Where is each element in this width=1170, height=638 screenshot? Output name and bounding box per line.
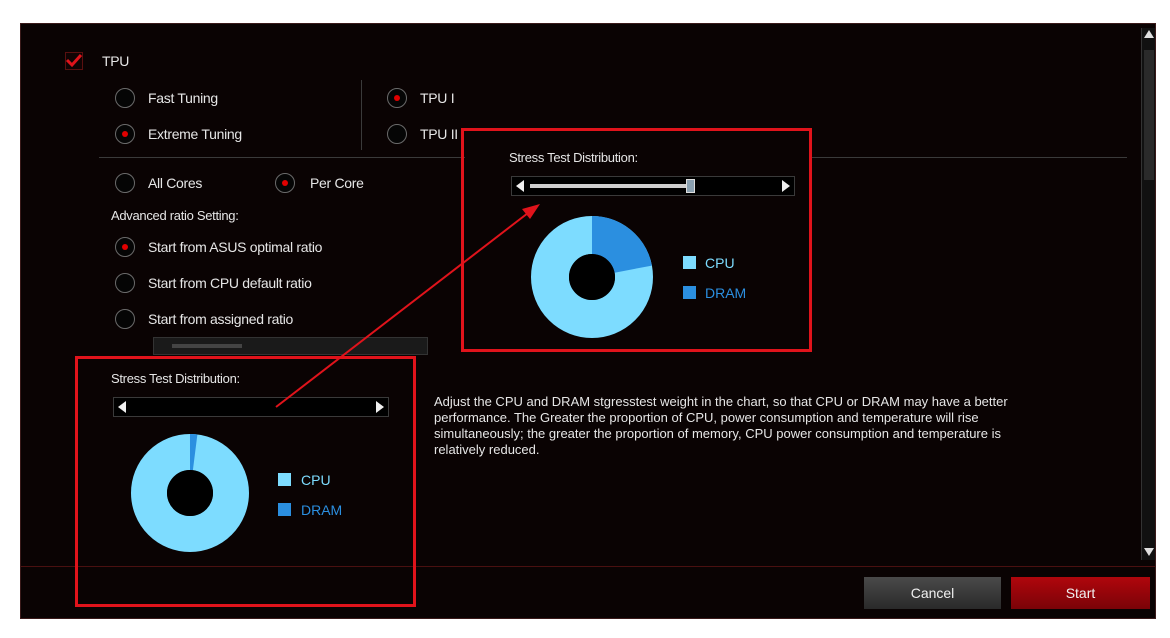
annotation-arrow [275, 204, 540, 408]
